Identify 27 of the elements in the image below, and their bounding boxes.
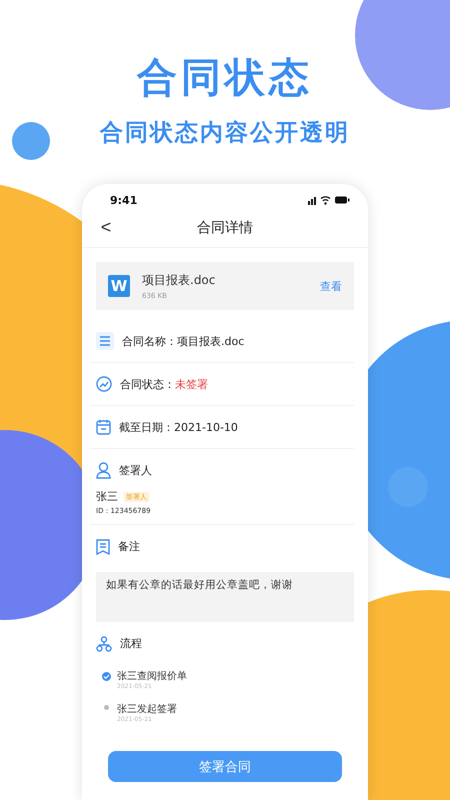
signer-name: 张三 — [96, 489, 118, 504]
step-text: 张三查阅报价单 — [117, 670, 187, 683]
field-text: 合同名称：项目报表.doc — [122, 334, 244, 348]
section-title: 签署人 — [119, 462, 152, 478]
field-text: 截至日期：2021-10-10 — [119, 420, 238, 434]
remark-text: 如果有公章的话最好用公章盖吧，谢谢 — [96, 572, 354, 622]
subtitle: 合同状态内容公开透明 — [100, 119, 350, 148]
word-file-icon: W — [108, 275, 130, 297]
flowchart-icon — [96, 636, 112, 652]
headline: 合同状态 — [137, 54, 313, 103]
page-title: 合同详情 — [196, 218, 254, 236]
status-time: 9:41 — [110, 194, 138, 206]
file-name: 项目报表.doc — [142, 272, 216, 289]
view-link[interactable]: 查看 — [320, 278, 342, 294]
list-icon — [96, 332, 114, 350]
section-title: 流程 — [120, 636, 142, 651]
trend-icon — [96, 376, 112, 392]
person-icon — [96, 462, 111, 478]
calendar-icon — [96, 419, 111, 435]
back-button[interactable]: < — [96, 217, 116, 238]
sign-contract-button[interactable]: 签署合同 — [108, 751, 342, 782]
field-text: 合同状态：未签署 — [120, 376, 208, 392]
bookmark-icon — [96, 538, 110, 554]
status-icons — [308, 195, 350, 205]
step-text: 张三发起签署 — [117, 702, 177, 716]
background-circle — [12, 122, 50, 160]
section-title: 备注 — [118, 539, 140, 554]
